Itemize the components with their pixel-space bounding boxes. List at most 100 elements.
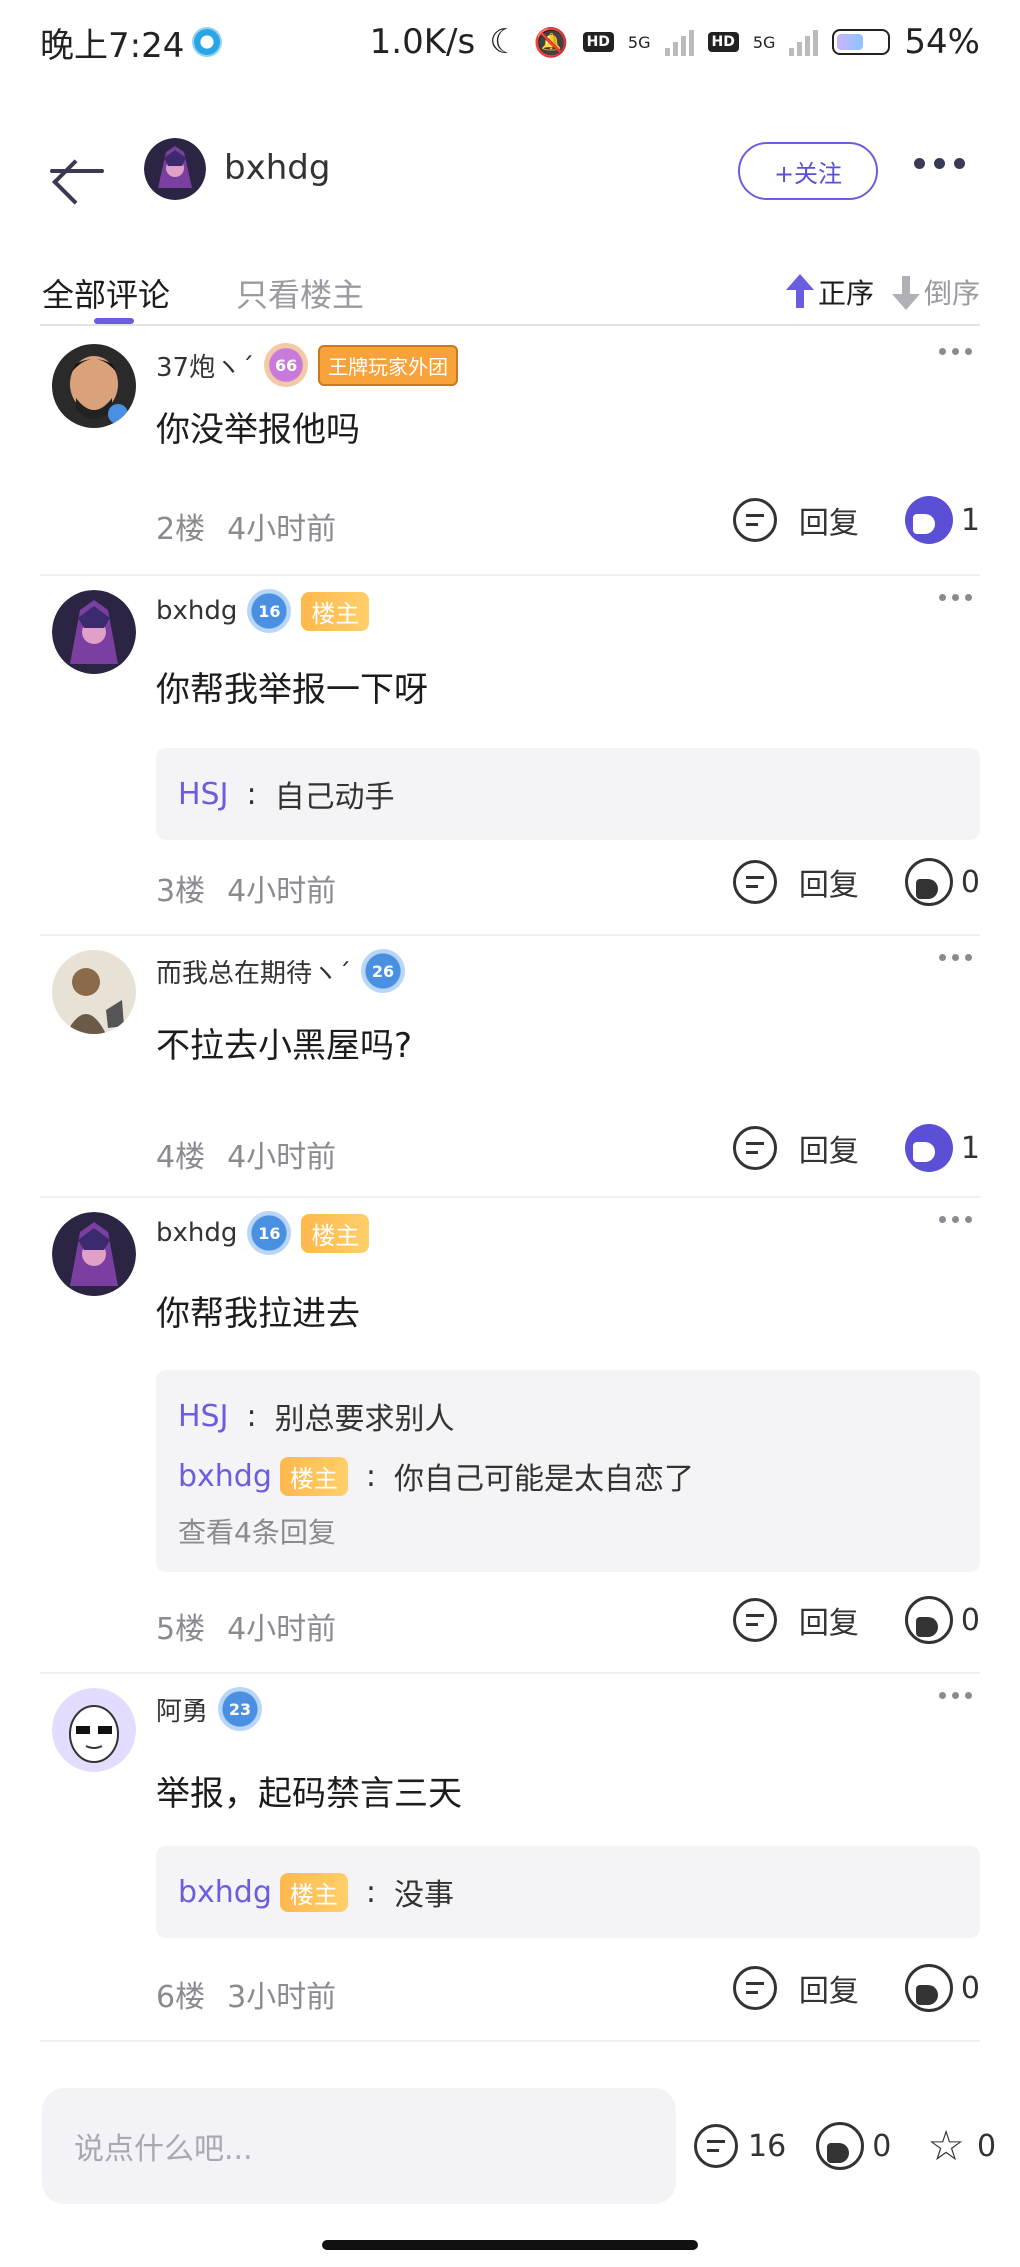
- commenter-avatar[interactable]: [52, 950, 136, 1034]
- commenter-avatar[interactable]: [52, 590, 136, 674]
- reply-icon[interactable]: [732, 1966, 777, 2010]
- comment-author-row: 阿勇 23: [156, 1687, 263, 1731]
- reply-icon[interactable]: [732, 498, 777, 542]
- reply-preview[interactable]: bxhdg 楼主 : 没事: [156, 1846, 980, 1938]
- comment-input-bar: 说点什么吧... 16 0 ☆ 0: [0, 2088, 1020, 2208]
- commenter-avatar[interactable]: [52, 344, 136, 428]
- signal-5g-label-2: 5G: [752, 32, 776, 52]
- like-post-icon[interactable]: [816, 2122, 865, 2170]
- sort-desc-button[interactable]: 倒序: [924, 272, 980, 312]
- post-actions: 16 0 ☆ 0: [694, 2122, 996, 2170]
- reply-line: bxhdg 楼主 : 没事: [178, 1862, 958, 1922]
- reply-button[interactable]: 回复: [799, 498, 859, 542]
- comment-meta: 6楼 3小时前: [156, 1972, 336, 2016]
- comment-author[interactable]: 阿勇: [156, 1691, 208, 1728]
- like-count: 0: [960, 1602, 980, 1638]
- like-icon[interactable]: [904, 858, 953, 906]
- comment-text: 你没举报他吗: [156, 410, 360, 450]
- comment-author[interactable]: 而我总在期待ヽ´: [156, 953, 351, 990]
- arrow-up-icon[interactable]: [785, 274, 814, 310]
- level-badge: 16: [247, 589, 292, 633]
- app-status-icon: [192, 27, 223, 57]
- reply-user[interactable]: bxhdg: [178, 1459, 272, 1494]
- reply-preview[interactable]: HSJ : 别总要求别人 bxhdg 楼主 : 你自己可能是太自恋了 查看4条回…: [156, 1370, 980, 1572]
- back-arrow-icon[interactable]: [44, 144, 108, 198]
- comment-author[interactable]: bxhdg: [156, 596, 237, 626]
- arrow-down-icon[interactable]: [891, 274, 920, 310]
- reply-preview[interactable]: HSJ : 自己动手: [156, 748, 980, 840]
- like-icon[interactable]: [904, 1124, 953, 1172]
- comment-more-icon[interactable]: [939, 1692, 972, 1699]
- comment-author[interactable]: bxhdg: [156, 1218, 237, 1248]
- comment-author[interactable]: 37炮ヽ´: [156, 347, 254, 384]
- follow-button[interactable]: +关注: [738, 142, 878, 200]
- signal-5g-label: 5G: [627, 32, 651, 52]
- op-badge: 楼主: [279, 1456, 348, 1496]
- club-badge: 王牌玩家外团: [318, 344, 459, 386]
- reply-text: 别总要求别人: [274, 1402, 455, 1437]
- comment-meta: 5楼 4小时前: [156, 1604, 336, 1648]
- net-speed: 1.0K/s: [369, 22, 476, 62]
- active-tab-indicator: [94, 318, 134, 324]
- comments-count: 16: [748, 2128, 787, 2164]
- star-icon[interactable]: ☆: [927, 2125, 965, 2167]
- level-badge: 26: [361, 949, 406, 993]
- floor-number: 3楼: [156, 874, 206, 909]
- comment-meta: 3楼 4小时前: [156, 866, 336, 910]
- comment-actions: 回复 0: [732, 858, 980, 906]
- reply-icon[interactable]: [732, 1126, 777, 1170]
- comment-more-icon[interactable]: [939, 954, 972, 961]
- reply-button[interactable]: 回复: [799, 1966, 859, 2010]
- reply-user[interactable]: HSJ: [178, 1399, 228, 1434]
- home-indicator[interactable]: [322, 2240, 698, 2250]
- reply-colon: :: [246, 1398, 257, 1434]
- comment-author-row: bxhdg 16 楼主: [156, 589, 370, 633]
- comment-item: 而我总在期待ヽ´ 26 不拉去小黑屋吗? 4楼 4小时前 回复 1: [40, 936, 980, 1198]
- comment-meta: 2楼 4小时前: [156, 504, 336, 548]
- signal-icon: [664, 28, 694, 56]
- like-count: 1: [960, 502, 980, 538]
- reply-line: HSJ : 自己动手: [178, 764, 958, 824]
- comment-author-row: 而我总在期待ヽ´ 26: [156, 949, 406, 993]
- comment-text: 你帮我举报一下呀: [156, 670, 428, 710]
- reply-user[interactable]: bxhdg: [178, 1875, 272, 1910]
- reply-button[interactable]: 回复: [799, 1598, 859, 1642]
- reply-text: 自己动手: [274, 780, 395, 815]
- comment-actions: 回复 1: [732, 496, 980, 544]
- comment-more-icon[interactable]: [939, 348, 972, 355]
- tab-all-comments[interactable]: 全部评论: [42, 270, 170, 316]
- poster-avatar[interactable]: [144, 138, 206, 200]
- comment-text: 举报，起码禁言三天: [156, 1774, 462, 1814]
- hd-icon-2: HD: [707, 32, 739, 52]
- comment-input[interactable]: 说点什么吧...: [42, 2088, 676, 2204]
- view-more-replies[interactable]: 查看4条回复: [178, 1506, 958, 1556]
- tab-op-only[interactable]: 只看楼主: [236, 270, 364, 316]
- floor-number: 2楼: [156, 512, 206, 547]
- commenter-avatar[interactable]: [52, 1688, 136, 1772]
- comment-more-icon[interactable]: [939, 594, 972, 601]
- like-icon[interactable]: [904, 1596, 953, 1644]
- reply-icon[interactable]: [732, 860, 777, 904]
- reply-colon: :: [365, 1458, 377, 1494]
- commenter-avatar[interactable]: [52, 1212, 136, 1296]
- level-badge: 23: [218, 1687, 263, 1731]
- comment-item: 37炮ヽ´ 66 王牌玩家外团 你没举报他吗 2楼 4小时前 回复 1: [40, 330, 980, 576]
- comment-more-icon[interactable]: [939, 1216, 972, 1223]
- status-time-group: 晚上7:24: [40, 18, 223, 67]
- reply-user[interactable]: HSJ: [178, 777, 228, 812]
- moon-icon: ☾: [489, 22, 520, 62]
- comments-icon[interactable]: [694, 2124, 738, 2168]
- poster-name[interactable]: bxhdg: [224, 148, 330, 188]
- reply-icon[interactable]: [732, 1598, 777, 1642]
- status-time: 晚上7:24: [40, 25, 185, 66]
- more-options-icon[interactable]: [914, 158, 965, 169]
- sort-asc-button[interactable]: 正序: [818, 272, 874, 312]
- like-icon[interactable]: [904, 496, 953, 544]
- reply-button[interactable]: 回复: [799, 1126, 859, 1170]
- post-like-count: 0: [872, 2128, 892, 2164]
- comment-time: 4小时前: [227, 1140, 337, 1175]
- reply-button[interactable]: 回复: [799, 860, 859, 904]
- like-icon[interactable]: [904, 1964, 953, 2012]
- floor-number: 4楼: [156, 1140, 206, 1175]
- comment-time: 4小时前: [227, 512, 337, 547]
